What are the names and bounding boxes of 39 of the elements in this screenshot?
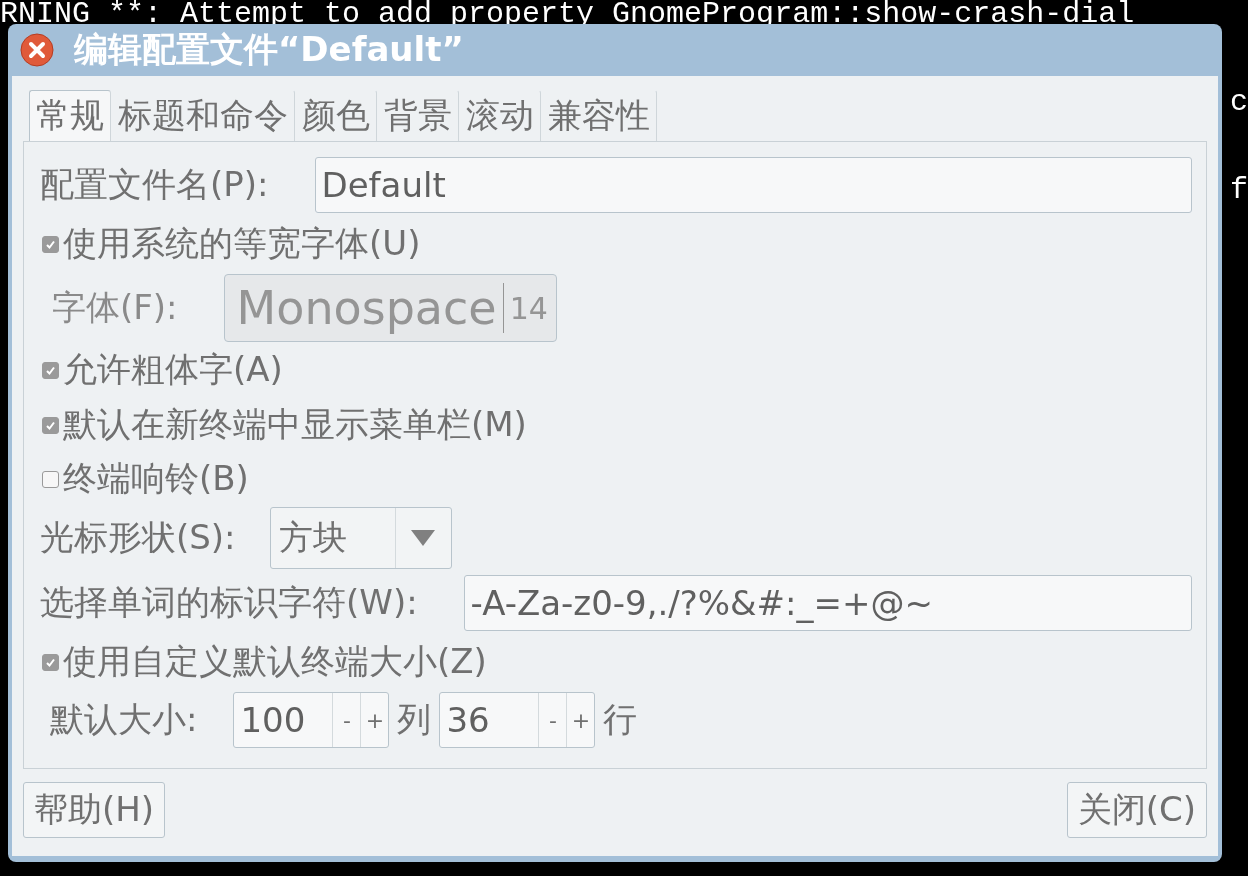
dropdown[interactable]: 方块	[269, 507, 452, 569]
checkbox[interactable]	[42, 235, 59, 253]
checkbox-label: 使用系统的等宽字体(U)	[63, 222, 421, 265]
tab[interactable]: 常规	[29, 90, 111, 141]
field-label: 字体(F):	[52, 286, 178, 329]
spin-field[interactable]: 36 - +	[439, 692, 596, 748]
checkbox-label: 终端响铃(B)	[63, 457, 249, 500]
spin-field[interactable]: 100 - +	[233, 692, 390, 748]
help-button[interactable]: 帮助(H)	[23, 781, 166, 838]
checkbox-label: 使用自定义默认终端大小(Z)	[63, 640, 487, 683]
input-field[interactable]: -A-Za-z0-9,./?%&#:_=+@~	[463, 575, 1192, 631]
checkmark-icon	[45, 364, 56, 376]
checkmark-icon	[45, 419, 56, 431]
checkmark-icon	[45, 238, 56, 250]
checkbox[interactable]	[42, 470, 59, 488]
field-label: 选择单词的标识字符(W):	[40, 581, 418, 624]
field-label: 默认大小:	[50, 698, 198, 741]
close-icon[interactable]	[20, 33, 54, 67]
checkbox[interactable]	[42, 653, 59, 671]
unit-label: 列	[397, 698, 432, 741]
checkmark-icon	[45, 656, 56, 668]
input-field[interactable]: Default	[314, 157, 1192, 213]
decrement-button[interactable]: -	[332, 693, 361, 747]
decrement-button[interactable]: -	[538, 693, 567, 747]
increment-button[interactable]: +	[360, 693, 389, 747]
checkbox[interactable]	[42, 361, 59, 379]
increment-button[interactable]: +	[566, 693, 595, 747]
window-title: 编辑配置文件“Default”	[74, 28, 464, 71]
field-label: 光标形状(S):	[40, 516, 236, 559]
unit-label: 行	[603, 698, 638, 741]
terminal-text: RNING **: Attempt to add property GnomeProgram::show-crash-dial	[0, 0, 1135, 31]
dropdown-arrow-icon	[411, 530, 436, 546]
checkbox-label: 允许粗体字(A)	[63, 348, 283, 391]
checkbox-label: 默认在新终端中显示菜单栏(M)	[63, 403, 527, 446]
checkbox[interactable]	[42, 416, 59, 434]
terminal-text: f	[1230, 173, 1248, 207]
terminal-text: c	[1230, 85, 1248, 119]
close-button[interactable]: 关闭(C)	[1066, 781, 1207, 838]
field-label: 配置文件名(P):	[40, 163, 269, 206]
